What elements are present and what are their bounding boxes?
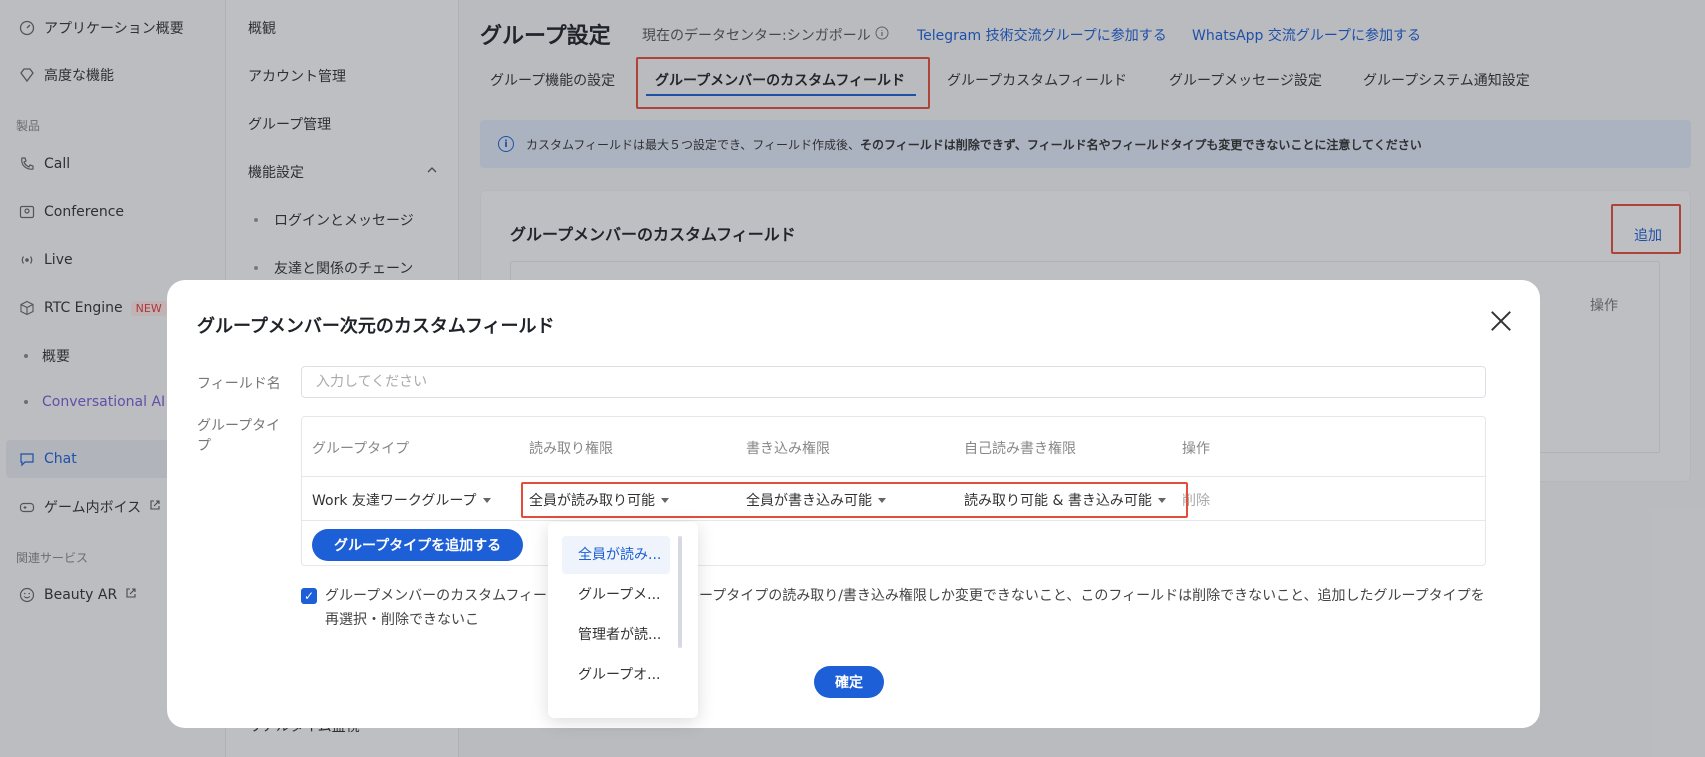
table-header: グループタイプ 読み取り権限 書き込み権限 自己読み書き権限 操作 [302, 417, 1485, 477]
agreement-checkbox-row: ✓ グループメンバーのカスタムフィー 加したグループタイプの読み取り/書き込み権限… [301, 584, 1491, 632]
group-type-value: Work 友達ワークグループ [312, 493, 477, 509]
caret-down-icon [482, 497, 491, 503]
add-group-type-button[interactable]: グループタイプを追加する [312, 529, 524, 561]
field-name-label: フィールド名 [197, 376, 281, 392]
agreement-text: グループメンバーのカスタムフィー 加したグループタイプの読み取り/書き込み権限しか… [325, 584, 1491, 632]
column-header-read: 読み取り権限 [529, 441, 613, 457]
dialog-title: グループメンバー次元のカスタムフィールド [197, 316, 555, 337]
group-type-label: グループタイプ [197, 418, 281, 454]
agreement-checkbox[interactable]: ✓ [301, 588, 317, 604]
highlight-box-permissions [521, 482, 1188, 518]
close-icon[interactable] [1488, 308, 1514, 334]
column-header-action: 操作 [1182, 441, 1210, 457]
dropdown-option[interactable]: グループオ... [562, 656, 670, 694]
confirm-button[interactable]: 確定 [814, 666, 884, 698]
custom-field-dialog: グループメンバー次元のカスタムフィールド フィールド名 グループタイプ グループ… [167, 280, 1540, 728]
field-name-input[interactable] [301, 366, 1486, 398]
column-header-write: 書き込み権限 [746, 441, 830, 457]
column-header-self: 自己読み書き権限 [964, 441, 1076, 457]
dropdown-option[interactable]: 管理者が読... [562, 616, 670, 654]
column-header-group-type: グループタイプ [312, 441, 410, 457]
agreement-text-start: グループメンバーのカスタムフィー [325, 588, 548, 604]
dropdown-option[interactable]: グループメ... [562, 576, 670, 614]
dropdown-option[interactable]: 全員が読み... [562, 536, 670, 574]
group-type-select[interactable]: Work 友達ワークグループ [312, 490, 491, 510]
read-permission-dropdown: 全員が読み... グループメ... 管理者が読... グループオ... [548, 522, 698, 718]
dropdown-scrollbar[interactable] [678, 536, 682, 648]
